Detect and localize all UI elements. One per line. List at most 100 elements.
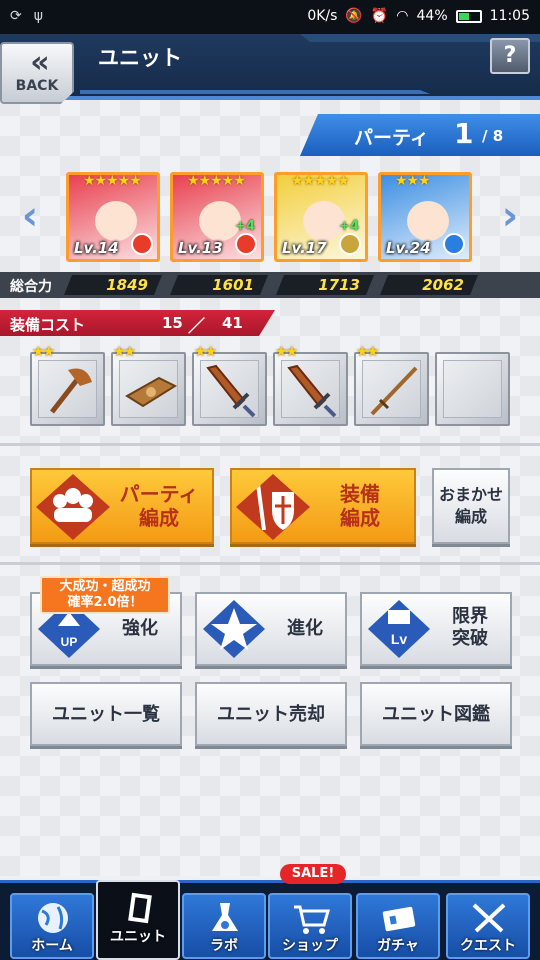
flask-icon (212, 903, 238, 931)
unit-rarity-stars: ★★★★★ (83, 173, 142, 189)
network-speed: 0K/s (307, 8, 338, 24)
book-icon (125, 376, 178, 408)
nav-quest-label: クエスト (460, 938, 516, 954)
unit-card[interactable]: ★★★★★ +4 Lv.17 (274, 172, 368, 262)
sword-icon (206, 364, 256, 418)
promo-badge: 大成功・超成功 確率2.0倍！ (40, 576, 170, 614)
level-up-icon: Lv (388, 610, 410, 647)
auto-edit-button[interactable]: おまかせ 編成 (432, 468, 510, 544)
section-divider (0, 562, 540, 565)
nav-home-label: ホーム (31, 938, 73, 954)
wifi-icon: ◠ (396, 8, 409, 24)
nav-shop[interactable]: ショップ (268, 893, 352, 959)
unit-level: Lv.17 (282, 239, 327, 257)
unit-list-label: ユニット一覧 (52, 704, 160, 725)
unit-face (407, 201, 449, 241)
auto-edit-label: おまかせ 編成 (438, 485, 503, 526)
ticket-icon (382, 906, 416, 932)
battery-percent: 44% (416, 8, 448, 24)
unit-card[interactable]: ★★★ Lv.24 (378, 172, 472, 262)
unit-sell-button[interactable]: ユニット売却 (195, 682, 347, 746)
equipment-stars: ★★ (32, 344, 55, 360)
svg-text:Lv: Lv (391, 631, 408, 647)
enhance-label: 強化 (122, 618, 158, 639)
unit-list-button[interactable]: ユニット一覧 (30, 682, 182, 746)
equipment-slot-empty[interactable] (435, 352, 510, 426)
party-number: 1 (454, 117, 474, 150)
back-button[interactable]: « BACK (0, 42, 74, 104)
element-icon (443, 233, 465, 255)
equipment-stars: ★★ (113, 344, 136, 360)
sword-icon (287, 364, 337, 418)
equipment-stars: ★★ (194, 344, 217, 360)
element-icon (235, 233, 257, 255)
unit-power-value: 1601 (170, 275, 268, 295)
sword-shield-icon (236, 474, 310, 540)
battery-icon (455, 9, 482, 23)
prev-party-arrow[interactable]: ‹ (16, 196, 44, 236)
party-edit-button[interactable]: パーティ 編成 (30, 468, 214, 544)
unit-book-button[interactable]: ユニット図鑑 (360, 682, 512, 746)
equip-cost-slash: ／ (188, 317, 205, 337)
unit-sell-label: ユニット売却 (217, 704, 325, 725)
unit-power-value: 2062 (380, 275, 478, 295)
next-party-arrow[interactable]: › (496, 196, 524, 236)
equipment-slot[interactable]: ★★ (273, 344, 348, 426)
sync-icon: ⟳ (10, 8, 22, 24)
party-indicator: パーティ 1 / 8 (300, 114, 540, 156)
page-title: ユニット (98, 46, 182, 70)
sale-badge: SALE! (280, 864, 346, 884)
unit-rarity-stars: ★★★ (395, 173, 431, 189)
equipment-stars: ★★ (275, 344, 298, 360)
equip-edit-label: 装備 編成 (340, 482, 380, 530)
unit-rarity-stars: ★★★★★ (291, 173, 350, 189)
equip-cost-max: 41 (222, 314, 243, 332)
equipment-slot[interactable]: ★★ (30, 344, 105, 426)
limit-break-label: 限界 突破 (452, 606, 488, 649)
equip-cost-bar: 装備コスト 15 ／ 41 (0, 310, 275, 336)
spear-icon (370, 366, 418, 416)
alarm-icon: ⏰ (370, 8, 389, 24)
unit-level: Lv.24 (386, 239, 431, 257)
help-button[interactable]: ? (490, 38, 530, 74)
element-icon (131, 233, 153, 255)
party-total: / 8 (482, 127, 504, 145)
unit-card[interactable]: ★★★★★ +4 Lv.13 (170, 172, 264, 262)
unit-face (95, 201, 137, 241)
nav-quest[interactable]: クエスト (446, 893, 530, 959)
nav-shop-label: ショップ (282, 938, 338, 954)
nav-gacha-label: ガチャ (377, 938, 419, 954)
unit-power-value: 1849 (64, 275, 162, 295)
party-label: パーティ (354, 127, 429, 149)
party-edit-label: パーティ 編成 (119, 482, 199, 530)
nav-unit[interactable]: ユニット (96, 880, 180, 960)
section-divider (0, 443, 540, 446)
nav-home[interactable]: ホーム (10, 893, 94, 959)
nav-lab-label: ラボ (210, 938, 238, 954)
unit-card[interactable]: ★★★★★ Lv.14 (66, 172, 160, 262)
equipment-stars: ★★ (356, 344, 379, 360)
cart-icon (294, 905, 330, 934)
equip-edit-button[interactable]: 装備 編成 (230, 468, 416, 544)
crossed-swords-icon (472, 903, 506, 933)
equip-cost-label: 装備コスト (10, 316, 86, 334)
nav-gacha[interactable]: ガチャ (356, 893, 440, 959)
element-icon (339, 233, 361, 255)
globe-icon (38, 903, 68, 933)
limit-break-button[interactable]: Lv 限界 突破 (360, 592, 512, 666)
equip-cost-used: 15 (162, 314, 183, 332)
unit-plus-badge: +4 (339, 219, 359, 234)
equipment-slot[interactable]: ★★ (192, 344, 267, 426)
equipment-slot[interactable]: ★★ (354, 344, 429, 426)
equipment-slot[interactable]: ★★ (111, 344, 186, 426)
axe-icon (50, 368, 92, 414)
star-icon (211, 608, 257, 650)
unit-level: Lv.14 (74, 239, 119, 257)
clock: 11:05 (489, 8, 530, 24)
nav-lab[interactable]: ラボ (182, 893, 266, 959)
total-power-label: 総合力 (10, 279, 52, 295)
svg-text:UP: UP (61, 635, 78, 649)
header-decoration (80, 34, 540, 94)
unit-level: Lv.13 (178, 239, 223, 257)
evolve-button[interactable]: 進化 (195, 592, 347, 666)
